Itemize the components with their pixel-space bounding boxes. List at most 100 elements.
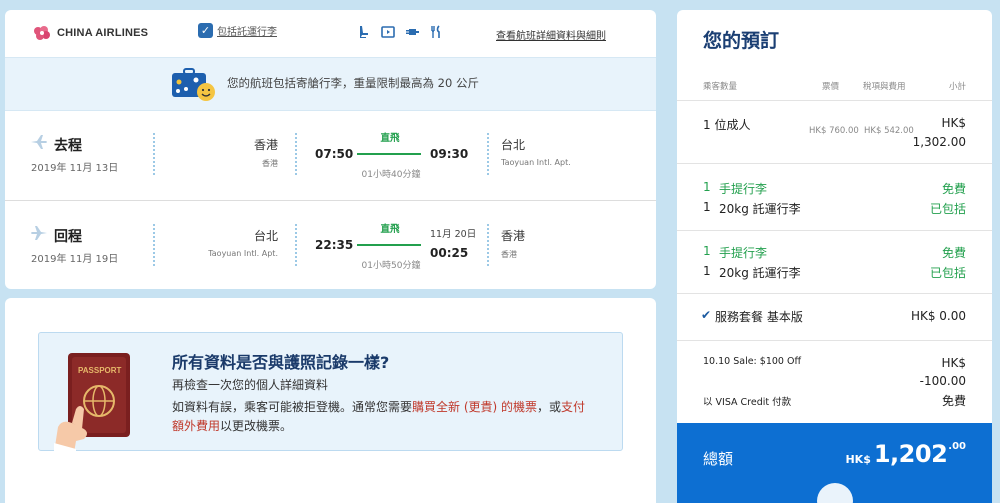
seat-icon <box>360 26 368 38</box>
divider <box>677 230 992 231</box>
adult-currency: HK$ <box>941 116 966 130</box>
arrival-date: 11月 20日 <box>430 229 477 240</box>
duration: 01小時40分鐘 <box>361 170 421 180</box>
checkmark-icon: ✔ <box>701 308 712 322</box>
divider <box>487 224 489 266</box>
airline-logo: CHINA AIRLINES <box>31 25 148 41</box>
passport-notice: PASSPORT 所有資料是否與護照記錄一樣? 再檢查一次您的個人詳細資料 如資… <box>38 332 623 453</box>
checked-bag-label: 20kg 託運行李 <box>719 202 801 216</box>
checked-bag-label: 20kg 託運行李 <box>719 266 801 280</box>
header-taxes: 稅項與費用 <box>863 82 906 92</box>
destination-airport: Taoyuan Intl. Apt. <box>501 158 571 167</box>
plane-return-icon <box>31 226 47 240</box>
baggage-included-text: 包括託運行李 <box>217 27 277 38</box>
header-fare: 票價 <box>822 82 840 92</box>
arrival-time: 09:30 <box>430 147 469 161</box>
checked-bag-status: 已包括 <box>929 266 966 280</box>
plum-blossom-icon <box>34 26 50 40</box>
power-plug-icon <box>406 29 419 35</box>
arrival-time: 00:25 <box>430 246 469 260</box>
passport-body-text: 以更改機票。 <box>220 419 293 433</box>
adult-taxes: HK$ 542.00 <box>864 126 914 136</box>
carry-on-qty: 1 <box>703 244 711 258</box>
origin-airport: Taoyuan Intl. Apt. <box>208 249 278 258</box>
leg-date: 2019年 11月 13日 <box>31 163 119 174</box>
checked-bag-status: 已包括 <box>929 202 966 216</box>
sale-amount: -100.00 <box>919 374 966 388</box>
return-leg: 回程 2019年 11月 19日 台北 Taoyuan Intl. Apt. 2… <box>5 202 656 289</box>
total-number: 1,202 <box>873 440 948 468</box>
origin: 香港 香港 <box>254 136 278 169</box>
leg-direction: 去程 <box>54 138 82 154</box>
buy-new-ticket-text: 購買全新 (更貴) 的機票 <box>412 400 538 414</box>
baggage-included-link[interactable]: ✓ 包括託運行李 <box>198 23 277 38</box>
adult-fare: HK$ 760.00 <box>809 126 859 136</box>
booking-summary-card: 您的預訂 乘客數量 票價 稅項與費用 小計 1 位成人 HK$ 760.00 H… <box>677 10 992 503</box>
route-line <box>357 153 421 155</box>
flight-details-link[interactable]: 查看航班詳細資料與細則 <box>496 27 606 42</box>
checked-bag-qty: 1 <box>703 200 711 214</box>
passport-hand-icon: PASSPORT <box>54 353 130 453</box>
duration: 01小時50分鐘 <box>361 261 421 271</box>
booking-title: 您的預訂 <box>703 30 780 52</box>
passport-body: 如資料有誤，乘客可能被拒登機。通常您需要購買全新 (更貴) 的機票，或支付額外費… <box>172 398 592 436</box>
divider <box>153 133 155 175</box>
carry-on-label: 手提行李 <box>719 246 768 260</box>
divider <box>677 163 992 164</box>
baggage-banner: 您的航班包括寄艙行李，重量限制最高為 20 公斤 <box>5 57 656 111</box>
divider <box>295 133 297 175</box>
visa-label: 以 VISA Credit 付款 <box>703 397 792 408</box>
route-line <box>357 244 421 246</box>
amenity-icons <box>357 25 443 39</box>
adult-subtotal: 1,302.00 <box>912 135 966 149</box>
passport-subtitle: 再檢查一次您的個人詳細資料 <box>172 378 329 392</box>
departure-time: 07:50 <box>315 147 354 161</box>
destination-city: 香港 <box>501 229 526 243</box>
destination-city: 台北 <box>501 138 526 152</box>
visa-price: 免費 <box>941 394 966 408</box>
service-package: 服務套餐 基本版 <box>715 310 803 324</box>
nonstop-label: 直飛 <box>380 133 400 144</box>
header-subtotal: 小計 <box>948 82 966 92</box>
nonstop-label: 直飛 <box>380 224 400 235</box>
checkmark-icon: ✓ <box>198 23 213 38</box>
carry-on-qty: 1 <box>703 180 711 194</box>
total-amount: HK$ 1,202 .00 <box>845 435 966 468</box>
origin-city: 香港 <box>253 138 278 152</box>
divider <box>677 100 992 101</box>
leg-date: 2019年 11月 19日 <box>31 254 119 265</box>
divider <box>153 224 155 266</box>
flight-topbar: CHINA AIRLINES ✓ 包括託運行李 查看航班詳細資料與細則 <box>5 10 656 57</box>
total-decimals: .00 <box>948 441 966 452</box>
leg-direction: 回程 <box>54 229 82 245</box>
divider <box>295 224 297 266</box>
total-label: 總額 <box>703 450 734 468</box>
flight-summary-card: CHINA AIRLINES ✓ 包括託運行李 查看航班詳細資料與細則 您的航班… <box>5 10 656 289</box>
meal-icon <box>431 25 440 38</box>
divider <box>677 340 992 341</box>
divider <box>677 293 992 294</box>
sale-currency: HK$ <box>941 356 966 370</box>
passport-body-text: ，或 <box>537 400 562 414</box>
entertainment-icon <box>381 26 395 38</box>
header-passengers: 乘客數量 <box>703 82 738 92</box>
destination: 台北 Taoyuan Intl. Apt. <box>501 136 571 167</box>
carry-on-price: 免費 <box>941 182 966 196</box>
passport-title: 所有資料是否與護照記錄一樣? <box>172 353 390 372</box>
baggage-banner-text: 您的航班包括寄艙行李，重量限制最高為 20 公斤 <box>227 76 479 90</box>
origin-city: 台北 <box>253 229 278 243</box>
destination-airport: 香港 <box>501 250 517 259</box>
departure-time: 22:35 <box>315 238 354 252</box>
passport-word: PASSPORT <box>78 366 122 375</box>
adult-count: 1 位成人 <box>703 118 751 132</box>
total-currency: HK$ <box>845 453 871 466</box>
origin-airport: 香港 <box>262 159 278 168</box>
airline-name: CHINA AIRLINES <box>57 27 149 39</box>
divider <box>487 133 489 175</box>
outbound-leg: 去程 2019年 11月 13日 香港 香港 07:50 直飛 01小時40分鐘… <box>5 111 656 201</box>
carry-on-price: 免費 <box>941 246 966 260</box>
destination: 香港 香港 <box>501 227 525 260</box>
passport-check-card: PASSPORT 所有資料是否與護照記錄一樣? 再檢查一次您的個人詳細資料 如資… <box>5 298 656 503</box>
checked-bag-qty: 1 <box>703 264 711 278</box>
passport-body-text: 如資料有誤，乘客可能被拒登機。通常您需要 <box>172 400 413 414</box>
